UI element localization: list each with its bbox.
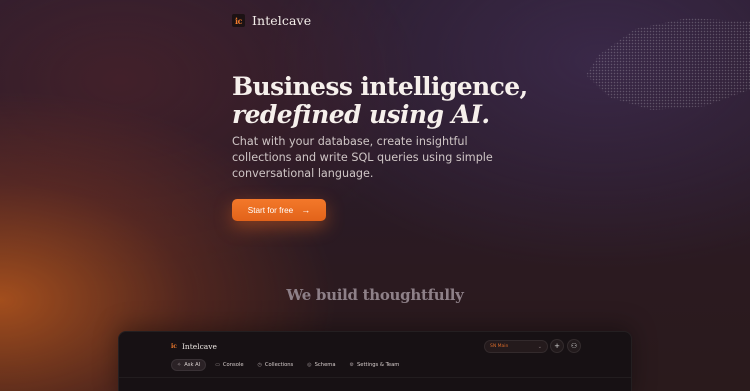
schema-icon: ◎ — [307, 362, 312, 368]
hero-title-line-1: Business intelligence, — [232, 72, 528, 101]
collections-icon: ◷ — [257, 362, 262, 368]
user-menu-button[interactable]: ⚇ — [567, 339, 581, 353]
sparkle-icon: ✧ — [177, 362, 182, 368]
plus-icon: + — [554, 342, 560, 350]
app-tabs: ✧ Ask AI ▭ Console ◷ Collections ◎ Schem… — [171, 359, 404, 371]
tab-console[interactable]: ▭ Console — [210, 359, 248, 371]
tab-ask-ai[interactable]: ✧ Ask AI — [171, 359, 207, 371]
brand-name: Intelcave — [252, 13, 312, 28]
section-tagline: We build thoughtfully — [286, 286, 464, 304]
tab-schema[interactable]: ◎ Schema — [302, 359, 340, 371]
add-button[interactable]: + — [550, 339, 564, 353]
tab-label: Settings & Team — [356, 362, 400, 368]
tab-label: Ask AI — [184, 362, 201, 368]
app-divider — [119, 377, 631, 378]
app-brand: ic Intelcave — [171, 342, 217, 351]
tab-label: Collections — [264, 362, 294, 368]
hero-title: Business intelligence, redefined using A… — [232, 73, 528, 129]
database-selector-value: SN Main — [490, 344, 509, 349]
console-icon: ▭ — [215, 362, 220, 368]
database-selector[interactable]: SN Main ⌄ — [484, 340, 548, 353]
tab-label: Console — [222, 362, 244, 368]
dotted-globe-graphic — [586, 18, 750, 110]
hero-title-line-2: redefined using AI. — [232, 100, 490, 129]
gear-icon: ⚙ — [349, 362, 354, 368]
app-logo-icon: ic — [171, 343, 177, 350]
tab-label: Schema — [314, 362, 336, 368]
start-for-free-label: Start for free — [247, 205, 294, 215]
user-icon: ⚇ — [570, 342, 578, 350]
start-for-free-button[interactable]: Start for free → — [232, 199, 326, 221]
app-preview-window: ic Intelcave SN Main ⌄ + ⚇ ✧ Ask AI ▭ Co… — [118, 331, 632, 391]
tab-collections[interactable]: ◷ Collections — [253, 359, 299, 371]
intelcave-logo-icon: ic — [232, 14, 245, 27]
hero-subtitle: Chat with your database, create insightf… — [232, 135, 493, 181]
chevron-down-icon: ⌄ — [537, 343, 542, 350]
arrow-right-icon: → — [301, 205, 311, 215]
app-brand-name: Intelcave — [181, 342, 217, 351]
tab-settings-team[interactable]: ⚙ Settings & Team — [345, 359, 405, 371]
header-brand[interactable]: ic Intelcave — [232, 13, 311, 28]
